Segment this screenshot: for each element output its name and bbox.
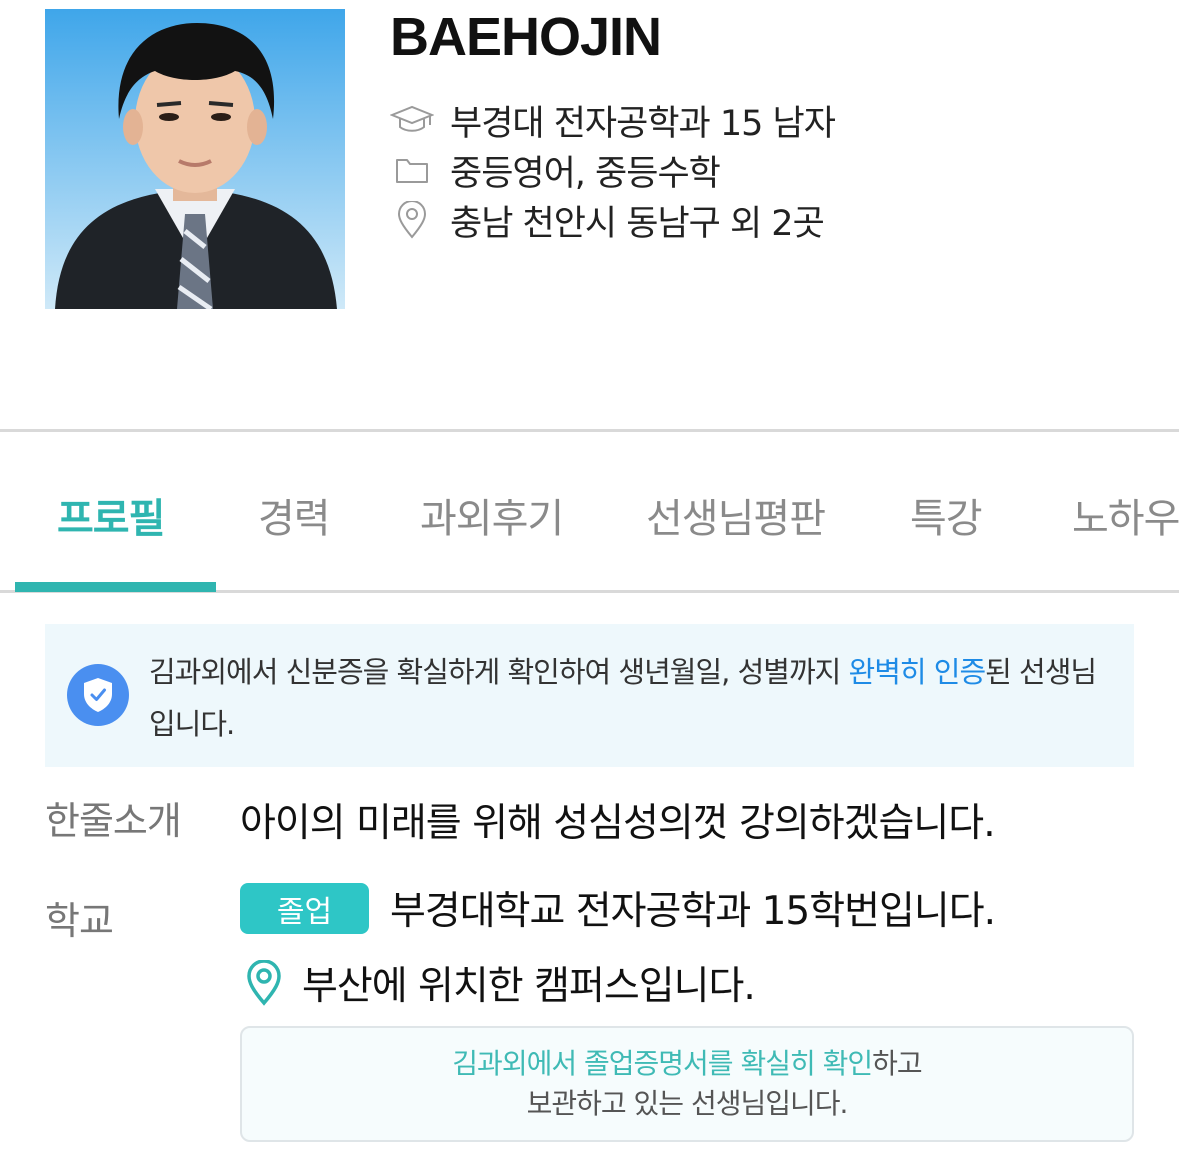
location-summary: 충남 천안시 동남구 외 2곳 — [450, 203, 825, 244]
cert-line-2: 보관하고 있는 선생님입니다. — [526, 1087, 849, 1120]
graduation-cap-icon — [390, 100, 434, 140]
active-tab-indicator — [15, 582, 216, 592]
cert-line-1-rest: 하고 — [872, 1047, 923, 1080]
verification-highlight: 완벽히 인증 — [848, 655, 987, 689]
subjects-summary: 중등영어, 중등수학 — [450, 153, 721, 194]
location-info-row: 충남 천안시 동남구 외 2곳 — [390, 196, 825, 244]
identity-verification-banner: 김과외에서 신분증을 확실하게 확인하여 생년월일, 성별까지 완벽히 인증된 … — [45, 624, 1134, 767]
tab-profile[interactable]: 프로필 — [57, 486, 165, 544]
graduated-badge: 졸업 — [240, 883, 369, 934]
school-summary: 부경대 전자공학과 15 남자 — [450, 103, 836, 144]
folder-icon — [390, 150, 434, 190]
campus-text: 부산에 위치한 캠퍼스입니다. — [302, 964, 756, 1009]
school-label: 학교 — [45, 899, 114, 943]
intro-text: 아이의 미래를 위해 성심성의껏 강의하겠습니다. — [240, 801, 996, 846]
profile-tabs: 프로필 경력 과외후기 선생님평판 특강 노하우 — [0, 432, 1179, 592]
tab-career[interactable]: 경력 — [258, 486, 331, 544]
location-pin-icon — [244, 958, 284, 1008]
tab-reputation[interactable]: 선생님평판 — [646, 486, 826, 544]
tab-knowhow[interactable]: 노하우 — [1072, 486, 1179, 544]
campus-row: 부산에 위치한 캠퍼스입니다. — [244, 955, 756, 1011]
tab-reviews[interactable]: 과외후기 — [420, 486, 564, 544]
verification-text: 김과외에서 신분증을 확실하게 확인하여 생년월일, 성별까지 — [149, 655, 849, 689]
tab-special-lecture[interactable]: 특강 — [910, 486, 983, 544]
profile-photo — [45, 9, 345, 309]
intro-label: 한줄소개 — [45, 799, 182, 843]
cert-highlight: 김과외에서 졸업증명서를 확실히 확인 — [452, 1047, 873, 1080]
school-info-row: 부경대 전자공학과 15 남자 — [390, 96, 836, 144]
verification-message: 김과외에서 신분증을 확실하게 확인하여 생년월일, 성별까지 완벽히 인증된 … — [149, 646, 1119, 750]
teacher-name: BAEHOJIN — [390, 7, 662, 67]
cert-line-1: 김과외에서 졸업증명서를 확실히 확인하고 — [242, 1044, 1132, 1084]
subjects-info-row: 중등영어, 중등수학 — [390, 146, 721, 194]
graduation-certificate-notice: 김과외에서 졸업증명서를 확실히 확인하고 보관하고 있는 선생님입니다. — [240, 1026, 1134, 1142]
school-detail: 부경대학교 전자공학과 15학번입니다. — [390, 889, 996, 934]
location-pin-icon — [390, 200, 434, 240]
shield-check-icon — [67, 664, 129, 726]
